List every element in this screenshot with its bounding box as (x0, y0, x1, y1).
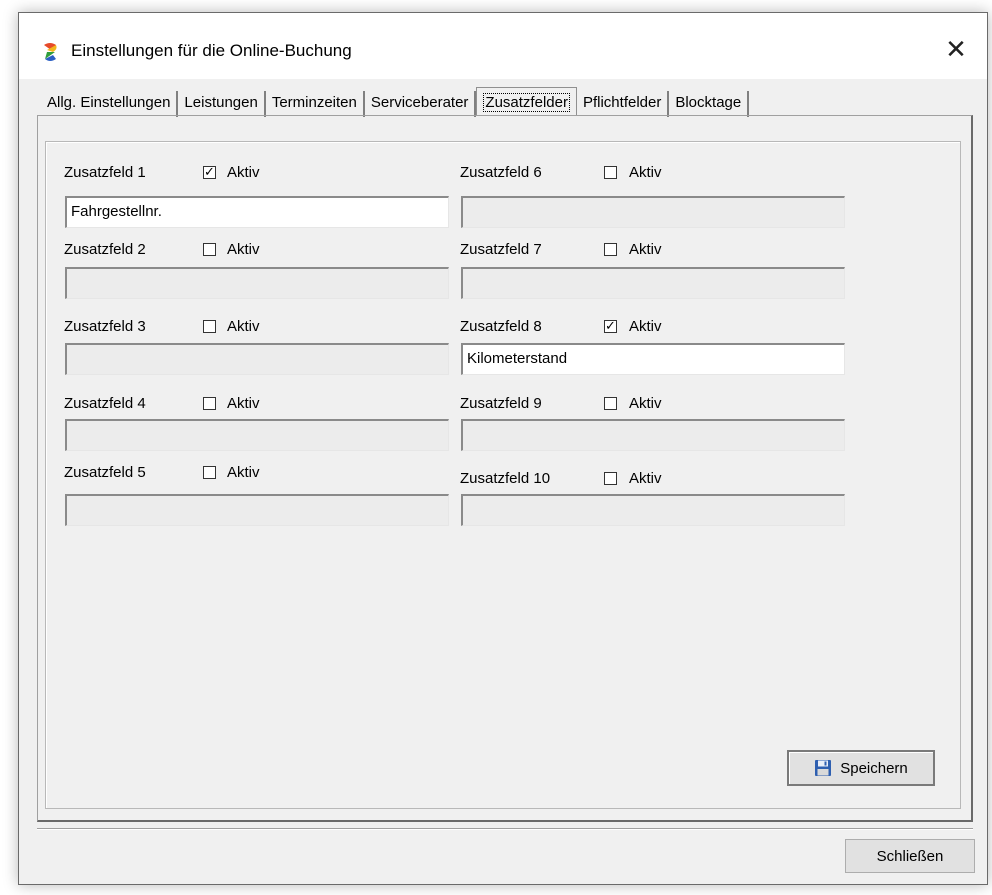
active-checkbox-label-2: Aktiv (227, 241, 260, 258)
tab-blocktage[interactable]: Blocktage (669, 91, 750, 117)
active-checkbox-7[interactable] (604, 243, 617, 256)
active-checkbox-1[interactable]: ✓ (203, 166, 216, 179)
field-label-6: Zusatzfeld 6 (460, 164, 542, 181)
floppy-disk-icon (815, 760, 832, 776)
settings-dialog: Einstellungen für die Online-Buchung ✕ A… (18, 12, 988, 885)
active-checkbox-4[interactable] (203, 397, 216, 410)
tab-leistungen[interactable]: Leistungen (178, 91, 266, 117)
tab-strip: Allg. Einstellungen Leistungen Terminzei… (41, 87, 750, 117)
close-button[interactable]: Schließen (845, 839, 975, 873)
field-input-6[interactable] (461, 196, 845, 228)
save-button-label: Speichern (840, 759, 908, 777)
active-checkbox-label-5: Aktiv (227, 464, 260, 481)
field-input-8[interactable]: Kilometerstand (461, 343, 845, 375)
field-input-2[interactable] (65, 267, 449, 299)
tab-zusatzfelder[interactable]: Zusatzfelder (476, 87, 577, 115)
field-label-5: Zusatzfeld 5 (64, 464, 146, 481)
window-title: Einstellungen für die Online-Buchung (71, 41, 352, 60)
active-checkbox-9[interactable] (604, 397, 617, 410)
active-checkbox-label-8: Aktiv (629, 318, 662, 335)
active-checkbox-10[interactable] (604, 472, 617, 485)
field-input-9[interactable] (461, 419, 845, 451)
active-checkbox-label-6: Aktiv (629, 164, 662, 181)
tab-pflichtfelder[interactable]: Pflichtfelder (577, 91, 670, 117)
active-checkbox-label-4: Aktiv (227, 395, 260, 412)
active-checkbox-2[interactable] (203, 243, 216, 256)
title-bar: Einstellungen für die Online-Buchung ✕ (19, 13, 987, 79)
close-icon[interactable]: ✕ (943, 37, 969, 63)
tab-serviceberater[interactable]: Serviceberater (365, 91, 477, 117)
field-label-4: Zusatzfeld 4 (64, 395, 146, 412)
field-input-1[interactable]: Fahrgestellnr. (65, 196, 449, 228)
field-input-7[interactable] (461, 267, 845, 299)
active-checkbox-8[interactable]: ✓ (604, 320, 617, 333)
field-label-7: Zusatzfeld 7 (460, 241, 542, 258)
active-checkbox-label-7: Aktiv (629, 241, 662, 258)
field-label-2: Zusatzfeld 2 (64, 241, 146, 258)
field-label-10: Zusatzfeld 10 (460, 470, 551, 487)
field-label-9: Zusatzfeld 9 (460, 395, 542, 412)
save-button[interactable]: Speichern (787, 750, 935, 786)
field-label-3: Zusatzfeld 3 (64, 318, 146, 335)
field-input-5[interactable] (65, 494, 449, 526)
active-checkbox-label-9: Aktiv (629, 395, 662, 412)
active-checkbox-label-3: Aktiv (227, 318, 260, 335)
field-input-10[interactable] (461, 494, 845, 526)
active-checkbox-6[interactable] (604, 166, 617, 179)
field-input-3[interactable] (65, 343, 449, 375)
field-label-1: Zusatzfeld 1 (64, 164, 146, 181)
footer-separator (37, 828, 973, 830)
app-logo-icon (44, 43, 57, 61)
active-checkbox-3[interactable] (203, 320, 216, 333)
active-checkbox-label-1: Aktiv (227, 164, 260, 181)
close-button-label: Schließen (876, 847, 944, 865)
tab-terminzeiten[interactable]: Terminzeiten (266, 91, 365, 117)
field-label-8: Zusatzfeld 8 (460, 318, 542, 335)
active-checkbox-label-10: Aktiv (629, 470, 662, 487)
tab-allg-einstellungen[interactable]: Allg. Einstellungen (41, 91, 179, 117)
field-input-4[interactable] (65, 419, 449, 451)
active-checkbox-5[interactable] (203, 466, 216, 479)
